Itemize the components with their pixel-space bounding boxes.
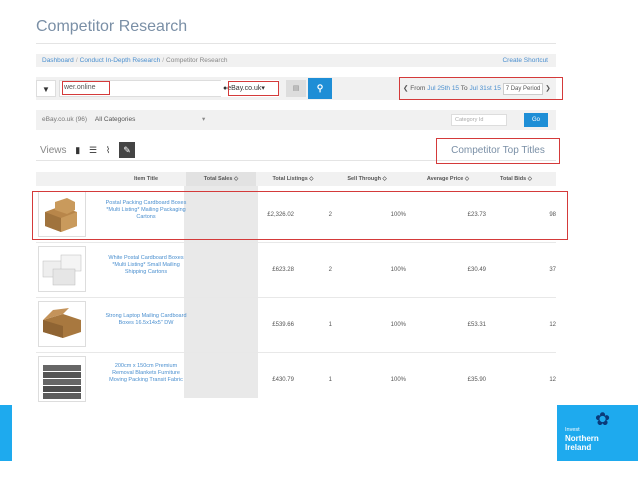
item-title[interactable]: Strong Laptop Mailing Cardboard Boxes 16… — [104, 313, 188, 327]
total-sales: £623.28 — [272, 267, 294, 273]
average-price: £53.31 — [467, 322, 486, 328]
column-header-total-listings[interactable]: Total Listings ◇ — [258, 172, 328, 186]
item-title[interactable]: 200cm x 150cm Premium Removal Blankets F… — [104, 363, 188, 384]
breadcrumb-research[interactable]: Conduct In-Depth Research — [80, 57, 161, 64]
title-divider — [36, 43, 556, 44]
edit-icon[interactable]: ✎ — [119, 142, 136, 159]
views-label: Views — [40, 145, 67, 156]
table-row[interactable]: 200cm x 150cm Premium Removal Blankets F… — [36, 353, 556, 402]
table-row[interactable]: White Postal Cardboard Boxes *Multi List… — [36, 243, 556, 298]
product-thumbnail[interactable] — [38, 246, 86, 292]
chevron-down-icon[interactable]: ▾ — [202, 110, 205, 130]
total-bids: 37 — [549, 267, 556, 273]
total-listings: 2 — [328, 267, 332, 273]
breadcrumb: Dashboard / Conduct In-Depth Research / Comp… — [36, 54, 556, 67]
total-sales: £430.79 — [272, 377, 294, 383]
filter-button[interactable]: ▼ — [36, 80, 56, 97]
create-shortcut-link[interactable]: Create Shortcut — [502, 54, 548, 67]
logo-invest: Invest — [565, 427, 580, 433]
breadcrumb-current: Competitor Research — [166, 57, 228, 64]
table-row[interactable]: Strong Laptop Mailing Cardboard Boxes 16… — [36, 298, 556, 353]
item-title[interactable]: White Postal Cardboard Boxes *Multi List… — [104, 255, 188, 276]
total-bids: 12 — [549, 322, 556, 328]
logo-mark-icon: ✿ — [595, 409, 611, 429]
left-brand-band — [0, 405, 12, 461]
product-thumbnail[interactable] — [38, 301, 86, 347]
row-highlight — [32, 191, 568, 240]
sell-through: 100% — [390, 322, 406, 328]
list-icon[interactable]: ☰ — [89, 140, 97, 160]
logo-line-2: Ireland — [565, 443, 592, 452]
save-button[interactable]: ▤ — [286, 80, 306, 97]
invest-ni-logo: ✿ Invest Northern Ireland — [557, 405, 638, 461]
site-select-highlight — [228, 81, 279, 96]
search-button[interactable]: ⚲ — [308, 78, 332, 99]
logo-line-1: Northern — [565, 434, 599, 443]
competitor-top-titles-callout: Competitor Top Titles — [436, 138, 560, 164]
average-price: £35.90 — [467, 377, 486, 383]
total-listings: 1 — [328, 377, 332, 383]
chart-icon[interactable]: ⌇ — [106, 140, 110, 160]
total-listings: 1 — [328, 322, 332, 328]
column-header-item-title[interactable]: Item Title — [106, 172, 186, 186]
breadcrumb-dashboard[interactable]: Dashboard — [42, 57, 74, 64]
category-id-input[interactable]: Category Id — [451, 114, 507, 126]
column-header-sell-through[interactable]: Sell Through ◇ — [332, 172, 402, 186]
column-header-total-sales[interactable]: Total Sales ◇ — [186, 172, 256, 186]
sell-through: 100% — [390, 377, 406, 383]
column-header-average-price[interactable]: Average Price ◇ — [408, 172, 488, 186]
date-range-highlight — [399, 77, 563, 100]
sell-through: 100% — [390, 267, 406, 273]
total-sales: £539.66 — [272, 322, 294, 328]
go-button[interactable]: Go — [524, 113, 548, 127]
category-select[interactable]: All Categories — [95, 116, 135, 123]
average-price: £30.49 — [467, 267, 486, 273]
category-site-label: eBay.co.uk (96) — [42, 116, 88, 123]
product-thumbnail[interactable] — [38, 356, 86, 402]
total-bids: 12 — [549, 377, 556, 383]
page-title: Competitor Research — [36, 18, 188, 35]
grid-icon[interactable]: ▮ — [75, 140, 80, 160]
search-input-highlight — [62, 81, 110, 95]
column-header-total-bids[interactable]: Total Bids ◇ — [486, 172, 546, 186]
logo-wordmark: Northern Ireland — [565, 434, 599, 452]
table-header: Item Title Total Sales ◇ Total Listings … — [36, 172, 556, 186]
category-bar: eBay.co.uk (96) All Categories ▾ Categor… — [36, 110, 556, 130]
search-bar: ▼ wer.online ●eBay.co.uk▾ ▤ ⚲ ❮ From Jul… — [36, 77, 563, 100]
